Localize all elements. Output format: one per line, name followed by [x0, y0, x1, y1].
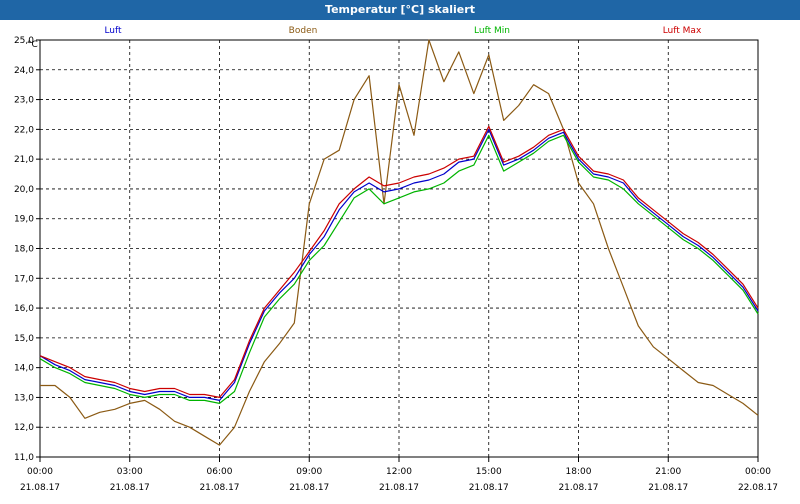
y-tick-label: 14,0	[14, 364, 34, 374]
x-tick-label-time: 18:00	[566, 467, 592, 477]
x-tick-label-date: 21.08.17	[379, 483, 419, 493]
y-tick-label: 13,0	[14, 393, 34, 403]
y-tick-label: 15,0	[14, 334, 34, 344]
window-title: Temperatur [°C] skaliert	[0, 0, 800, 20]
y-tick-label: 21,0	[14, 155, 34, 165]
x-tick-label-time: 12:00	[386, 467, 412, 477]
y-tick-label: 12,0	[14, 423, 34, 433]
x-tick-label-date: 22.08.17	[738, 483, 778, 493]
x-tick-label-time: 00:00	[27, 467, 53, 477]
y-tick-label: 23,0	[14, 96, 34, 106]
y-tick-label: 11,0	[14, 453, 34, 463]
y-axis-label: °C	[27, 40, 38, 50]
x-tick-label-time: 09:00	[296, 467, 322, 477]
y-tick-label: 18,0	[14, 245, 34, 255]
y-tick-label: 17,0	[14, 274, 34, 284]
x-tick-label-date: 21.08.17	[469, 483, 509, 493]
x-tick-label-time: 15:00	[476, 467, 502, 477]
y-tick-label: 24,0	[14, 66, 34, 76]
x-tick-label-time: 06:00	[207, 467, 233, 477]
y-tick-label: 22,0	[14, 125, 34, 135]
legend-entry-luft-max: Luft Max	[663, 26, 702, 36]
x-tick-label-date: 21.08.17	[20, 483, 60, 493]
y-tick-label: 20,0	[14, 185, 34, 195]
chart-area: 11,0 12,0 13,0 14,0 15,0 16,0 17,0 18,0 19,0 20,0…	[0, 20, 800, 500]
x-tick-label-date: 21.08.17	[648, 483, 688, 493]
legend-entry-boden: Boden	[289, 26, 318, 36]
x-tick-label-date: 21.08.17	[199, 483, 239, 493]
x-tick-label-date: 21.08.17	[289, 483, 329, 493]
y-tick-label: 19,0	[14, 215, 34, 225]
y-tick-label: 16,0	[14, 304, 34, 314]
legend-entry-luft-min: Luft Min	[474, 26, 510, 36]
x-tick-label-time: 03:00	[117, 467, 143, 477]
x-tick-label-time: 21:00	[655, 467, 681, 477]
x-tick-label-time: 00:00	[745, 467, 771, 477]
x-tick-label-date: 21.08.17	[558, 483, 598, 493]
temperature-chart: 11,0 12,0 13,0 14,0 15,0 16,0 17,0 18,0 19,0 20,0…	[14, 26, 778, 493]
legend-entry-luft: Luft	[104, 26, 122, 36]
legend: Luft Boden Luft Min Luft Max	[104, 26, 702, 36]
x-tick-label-date: 21.08.17	[110, 483, 150, 493]
